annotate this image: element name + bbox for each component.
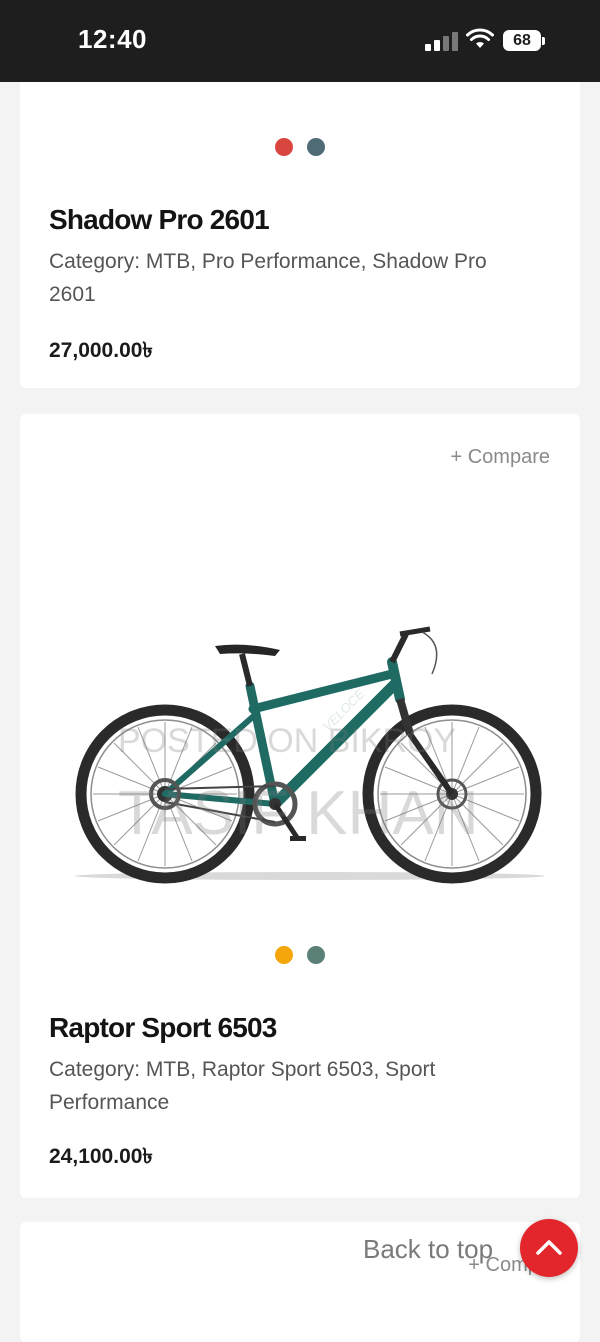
product-price: 27,000.00৳ xyxy=(49,339,153,362)
color-swatch[interactable] xyxy=(307,138,325,156)
battery-tip xyxy=(542,37,545,45)
chevron-up-icon xyxy=(536,1240,562,1255)
compare-button[interactable]: + Compare xyxy=(451,446,551,469)
color-swatch[interactable] xyxy=(275,138,293,156)
product-card[interactable]: + Compa xyxy=(20,1222,580,1342)
color-swatch[interactable] xyxy=(275,946,293,964)
product-card[interactable]: + Compare VELOCE Raptor Sport 6503 Categ… xyxy=(20,414,580,1198)
back-to-top-button[interactable] xyxy=(520,1219,578,1277)
product-category: Category: MTB, Pro Performance, Shadow P… xyxy=(49,250,487,306)
back-to-top-label[interactable]: Back to top xyxy=(363,1234,493,1265)
product-category: Category: MTB, Raptor Sport 6503, Sport … xyxy=(49,1058,436,1114)
color-swatches xyxy=(20,138,580,161)
status-bar: 12:40 68 xyxy=(0,0,600,82)
color-swatches xyxy=(20,946,580,969)
battery-indicator: 68 xyxy=(503,30,541,51)
product-title[interactable]: Raptor Sport 6503 xyxy=(49,1012,277,1044)
color-swatch[interactable] xyxy=(307,946,325,964)
bicycle-product-image[interactable]: VELOCE xyxy=(70,614,550,884)
product-title[interactable]: Shadow Pro 2601 xyxy=(49,204,270,236)
wifi-icon xyxy=(466,28,494,48)
product-price: 24,100.00৳ xyxy=(49,1145,153,1168)
status-time: 12:40 xyxy=(78,24,147,54)
cellular-signal-icon xyxy=(425,31,458,51)
product-card[interactable]: Shadow Pro 2601 Category: MTB, Pro Perfo… xyxy=(20,82,580,388)
